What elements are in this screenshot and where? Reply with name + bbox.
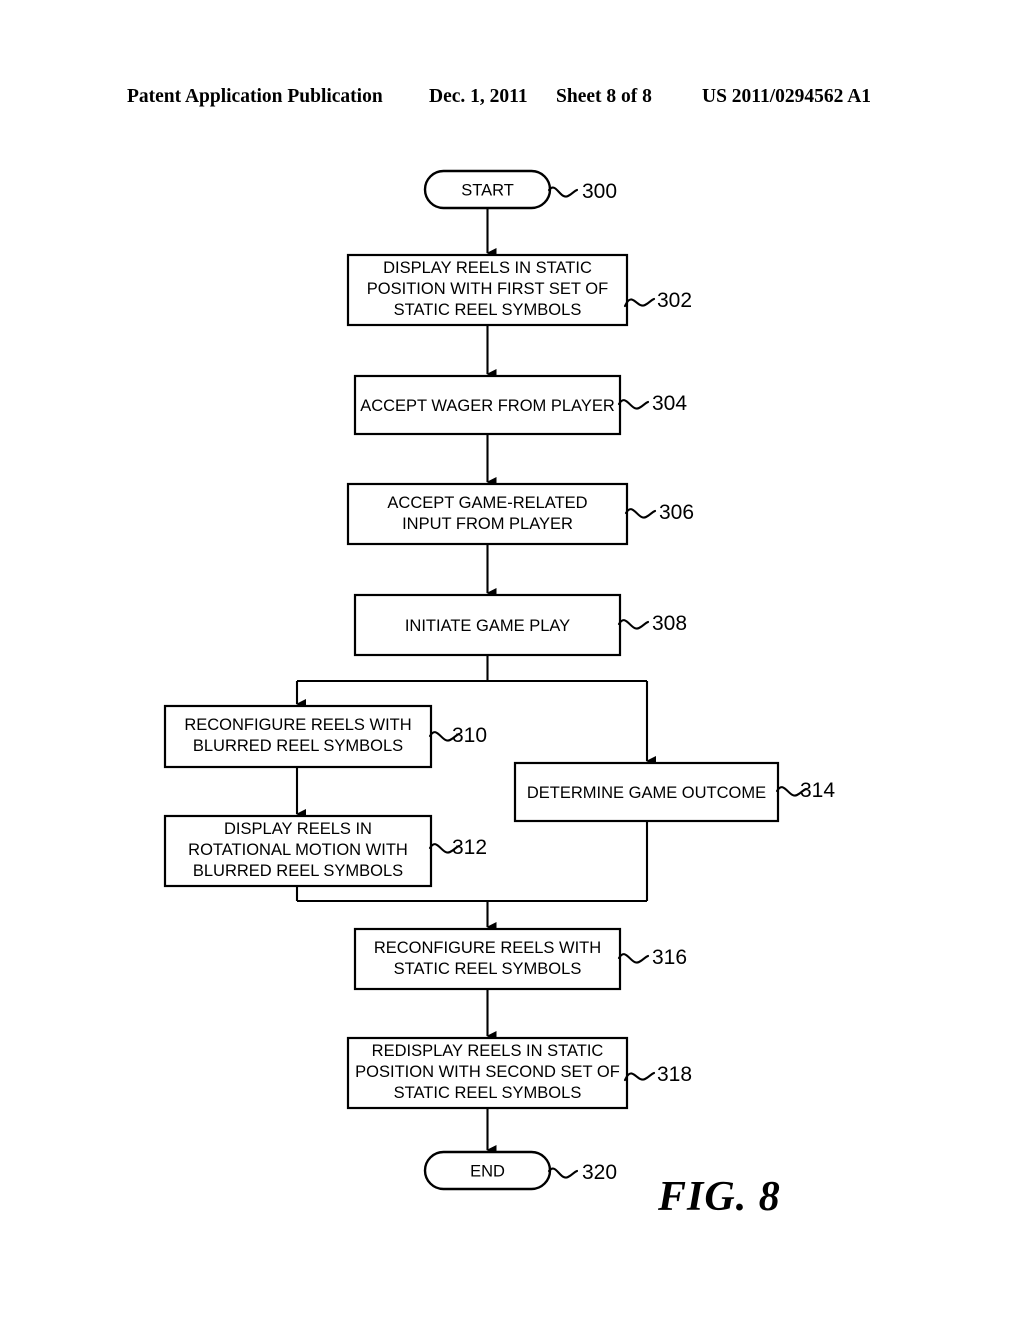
node-label-316-line1: RECONFIGURE REELS WITH [374,939,601,957]
leader-line-308 [617,619,650,630]
process-shape-306 [346,482,629,546]
node-process-318[interactable]: REDISPLAY REELS IN STATIC POSITION WITH … [346,1036,692,1110]
node-label-304: ACCEPT WAGER FROM PLAYER [360,397,615,415]
ref-number-302: 302 [657,289,692,312]
ref-number-314: 314 [800,779,835,802]
node-process-314[interactable]: DETERMINE GAME OUTCOME 314 [513,761,835,823]
node-process-304[interactable]: ACCEPT WAGER FROM PLAYER 304 [353,374,687,436]
node-label-312-line2: ROTATIONAL MOTION WITH [188,841,408,859]
node-label-314: DETERMINE GAME OUTCOME [527,784,766,802]
process-shape-316 [353,927,622,991]
node-label-308: INITIATE GAME PLAY [405,617,570,635]
node-process-308[interactable]: INITIATE GAME PLAY 308 [353,593,687,657]
node-process-310[interactable]: RECONFIGURE REELS WITH BLURRED REEL SYMB… [163,704,487,769]
connector-layer [295,208,656,1155]
node-label-312-line3: BLURRED REEL SYMBOLS [193,862,403,880]
ref-number-310: 310 [452,724,487,747]
node-label-310-line1: RECONFIGURE REELS WITH [184,716,411,734]
ref-number-316: 316 [652,946,687,969]
node-label-306-line2: INPUT FROM PLAYER [402,515,573,533]
ref-number-304: 304 [652,392,687,415]
node-label-318-line2: POSITION WITH SECOND SET OF [355,1063,620,1081]
leader-line-318 [623,1071,656,1082]
flowchart-diagram: START 300 DISPLAY REELS IN STATIC POSITI… [163,169,835,1191]
ref-number-318: 318 [657,1063,692,1086]
leader-line-304 [617,399,650,410]
leader-line-306 [624,508,657,519]
node-label-312-line1: DISPLAY REELS IN [224,820,372,838]
node-label-302-line3: STATIC REEL SYMBOLS [394,301,582,319]
node-label-318-line1: REDISPLAY REELS IN STATIC [372,1042,604,1060]
ref-number-308: 308 [652,612,687,635]
figure-label: FIG. 8 [658,1174,781,1220]
ref-number-320: 320 [582,1161,617,1184]
leader-line-316 [617,953,650,964]
ref-number-312: 312 [452,836,487,859]
node-label-300: START [461,182,514,200]
node-start-300[interactable]: START 300 [423,169,617,210]
ref-number-306: 306 [659,501,694,524]
node-process-302[interactable]: DISPLAY REELS IN STATIC POSITION WITH FI… [346,253,692,327]
leader-line-300 [547,186,579,198]
leader-line-302 [623,297,656,308]
node-process-316[interactable]: RECONFIGURE REELS WITH STATIC REEL SYMBO… [353,927,687,991]
node-label-302-line2: POSITION WITH FIRST SET OF [367,280,608,298]
leader-line-320 [547,1167,579,1179]
node-label-316-line2: STATIC REEL SYMBOLS [394,960,582,978]
patent-sheet: Patent Application Publication Dec. 1, 2… [0,0,1024,1320]
node-label-302-line1: DISPLAY REELS IN STATIC [383,259,592,277]
node-label-320: END [470,1163,505,1181]
node-process-306[interactable]: ACCEPT GAME-RELATED INPUT FROM PLAYER 30… [346,482,694,546]
node-end-320[interactable]: END 320 [423,1150,617,1191]
node-process-312[interactable]: DISPLAY REELS IN ROTATIONAL MOTION WITH … [163,814,487,888]
node-label-306-line1: ACCEPT GAME-RELATED [387,494,587,512]
ref-number-300: 300 [582,180,617,203]
node-label-318-line3: STATIC REEL SYMBOLS [394,1084,582,1102]
node-label-310-line2: BLURRED REEL SYMBOLS [193,737,403,755]
